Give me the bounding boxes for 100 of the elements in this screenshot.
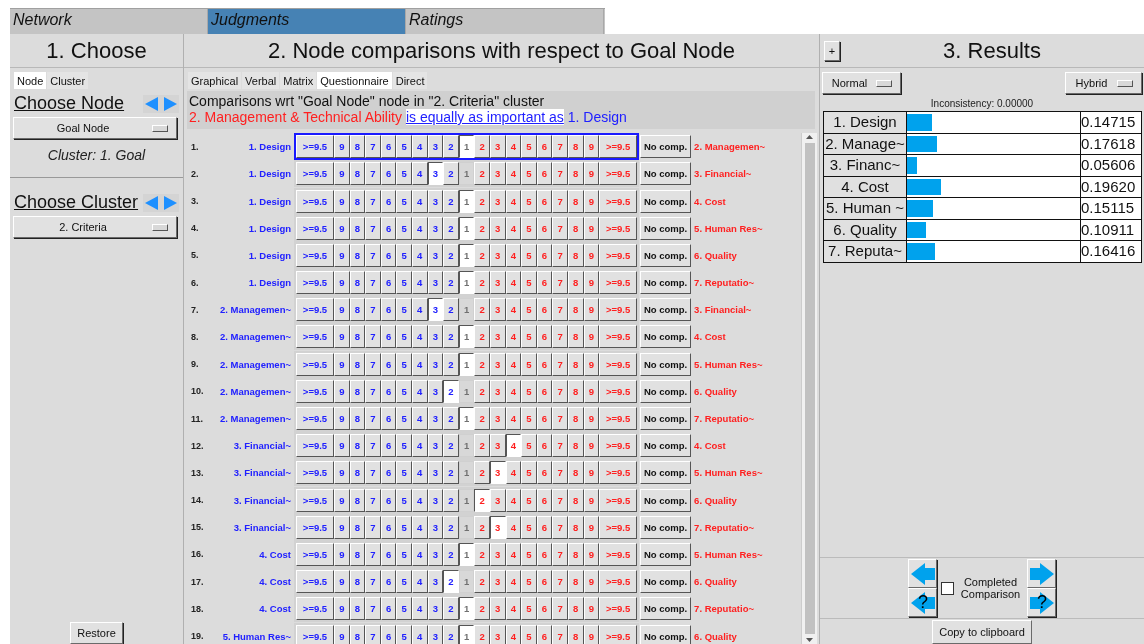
scale-button[interactable]: 9 [334,597,350,621]
scale-button[interactable]: >=9.5 [296,325,334,349]
scale-button[interactable]: >=9.5 [296,488,334,512]
no-comparison-button[interactable]: No comp. [640,298,692,322]
scale-button[interactable]: 5 [396,352,412,376]
scale-button[interactable]: 2 [443,542,459,566]
rating-scale[interactable]: >=9.5 9 8 7 6 5 4 3 2 1 2 3 4 5 6 7 8 9 >=9.5 [294,595,640,623]
type-dropdown[interactable]: Hybrid [1065,72,1142,94]
scale-button[interactable]: >=9.5 [296,189,334,213]
rating-scale[interactable]: >=9.5 9 8 7 6 5 4 3 2 1 2 3 4 5 6 7 8 9 >=9.5 [294,377,640,405]
rating-scale[interactable]: >=9.5 9 8 7 6 5 4 3 2 1 2 3 4 5 6 7 8 9 >=9.5 [294,540,640,568]
copy-button[interactable]: Copy to clipboard [932,620,1032,644]
rating-scale[interactable]: >=9.5 9 8 7 6 5 4 3 2 1 2 3 4 5 6 7 8 9 >=9.5 [294,622,640,644]
scale-button[interactable]: 7 [365,243,381,267]
rating-scale[interactable]: >=9.5 9 8 7 6 5 4 3 2 1 2 3 4 5 6 7 8 9 >=9.5 [294,405,640,433]
scale-button[interactable]: >=9.5 [296,243,334,267]
scale-button[interactable]: 7 [365,515,381,539]
scale-button[interactable]: >=9.5 [296,407,334,431]
scale-button[interactable]: 7 [365,542,381,566]
scale-button[interactable]: 5 [396,162,412,186]
mode-dropdown[interactable]: Normal [822,72,901,94]
scale-button[interactable]: 2 [443,488,459,512]
scale-button[interactable]: 9 [334,352,350,376]
scale-button[interactable]: 5 [396,189,412,213]
scale-button[interactable]: 2 [443,461,459,485]
scale-button[interactable]: 9 [334,189,350,213]
scale-button[interactable]: 5 [396,135,412,159]
tab[interactable]: Direct [392,72,428,89]
scale-button[interactable]: 2 [443,135,459,159]
scale-button[interactable]: >=9.5 [296,570,334,594]
rating-scale[interactable]: >=9.5 9 8 7 6 5 4 3 2 1 2 3 4 5 6 7 8 9 >=9.5 [294,214,640,242]
no-comparison-button[interactable]: No comp. [640,542,692,566]
scale-button[interactable]: 9 [334,434,350,458]
scale-button[interactable]: 5 [396,407,412,431]
no-comparison-button[interactable]: No comp. [640,461,692,485]
scale-button[interactable]: 2 [443,570,459,594]
scale-button[interactable]: 7 [365,407,381,431]
scale-button[interactable]: 2 [443,515,459,539]
no-comparison-button[interactable]: No comp. [640,379,692,403]
scale-button[interactable]: 7 [365,271,381,295]
scale-button[interactable]: 2 [443,352,459,376]
scale-button[interactable]: >=9.5 [296,216,334,240]
scale-button[interactable]: 2 [443,243,459,267]
no-comparison-button[interactable]: No comp. [640,624,692,644]
scale-button[interactable]: 7 [365,570,381,594]
scale-button[interactable]: 9 [334,379,350,403]
scale-button[interactable]: 5 [396,597,412,621]
scale-button[interactable]: >=9.5 [296,162,334,186]
no-comparison-button[interactable]: No comp. [640,189,692,213]
scale-button[interactable]: 2 [443,624,459,644]
scale-button[interactable]: 9 [334,542,350,566]
scale-button[interactable]: 2 [443,162,459,186]
rating-scale[interactable]: >=9.5 9 8 7 6 5 4 3 2 1 2 3 4 5 6 7 8 9 >=9.5 [294,241,640,269]
scrollbar[interactable] [801,133,817,644]
scale-button[interactable]: 7 [365,379,381,403]
scale-button[interactable]: 9 [334,624,350,644]
scale-button[interactable]: 7 [365,216,381,240]
scale-button[interactable]: 7 [365,298,381,322]
restore-button[interactable]: Restore [70,622,123,644]
tab[interactable]: Node [14,72,47,89]
scale-button[interactable]: >=9.5 [296,542,334,566]
scale-button[interactable]: 5 [396,325,412,349]
tab[interactable]: Matrix [280,72,317,89]
rating-scale[interactable]: >=9.5 9 8 7 6 5 4 3 2 1 2 3 4 5 6 7 8 9 >=9.5 [294,459,640,487]
previous-button[interactable] [908,559,937,588]
verdict-link[interactable]: is equally as important as [405,109,564,125]
scale-button[interactable]: >=9.5 [296,597,334,621]
scale-button[interactable]: >=9.5 [296,271,334,295]
scale-button[interactable]: 9 [334,325,350,349]
rating-scale[interactable]: >=9.5 9 8 7 6 5 4 3 2 1 2 3 4 5 6 7 8 9 >=9.5 [294,187,640,215]
completed-checkbox[interactable] [941,581,954,595]
tab[interactable]: Questionnaire [317,72,392,89]
scale-button[interactable]: 5 [396,624,412,644]
scale-button[interactable]: 5 [396,379,412,403]
scale-button[interactable]: >=9.5 [296,434,334,458]
scale-button[interactable]: 9 [334,298,350,322]
rating-scale[interactable]: >=9.5 9 8 7 6 5 4 3 2 1 2 3 4 5 6 7 8 9 >=9.5 [294,350,640,378]
next-button[interactable] [1027,559,1056,588]
scale-button[interactable]: >=9.5 [296,379,334,403]
scale-button[interactable]: 2 [443,325,459,349]
cluster-dropdown[interactable]: 2. Criteria [13,216,177,238]
tab[interactable]: Cluster [47,72,89,89]
scale-button[interactable]: 2 [443,216,459,240]
rating-scale[interactable]: >=9.5 9 8 7 6 5 4 3 2 1 2 3 4 5 6 7 8 9 >=9.5 [294,269,640,297]
no-comparison-button[interactable]: No comp. [640,216,692,240]
scale-button[interactable]: 9 [334,461,350,485]
node-dropdown[interactable]: Goal Node [13,117,177,139]
scale-button[interactable]: 9 [334,243,350,267]
no-comparison-button[interactable]: No comp. [640,597,692,621]
scale-button[interactable]: 2 [443,271,459,295]
next-unanswered-button[interactable]: ? [1027,588,1056,617]
rating-scale[interactable]: >=9.5 9 8 7 6 5 4 3 2 1 2 3 4 5 6 7 8 9 >=9.5 [294,133,640,161]
scale-button[interactable]: 5 [396,542,412,566]
scale-button[interactable]: 5 [396,515,412,539]
no-comparison-button[interactable]: No comp. [640,352,692,376]
scale-button[interactable]: 7 [365,162,381,186]
previous-unanswered-button[interactable]: ? [908,588,937,617]
scale-button[interactable]: 9 [334,515,350,539]
rating-scale[interactable]: >=9.5 9 8 7 6 5 4 3 2 1 2 3 4 5 6 7 8 9 >=9.5 [294,486,640,514]
scale-button[interactable]: 2 [443,298,459,322]
